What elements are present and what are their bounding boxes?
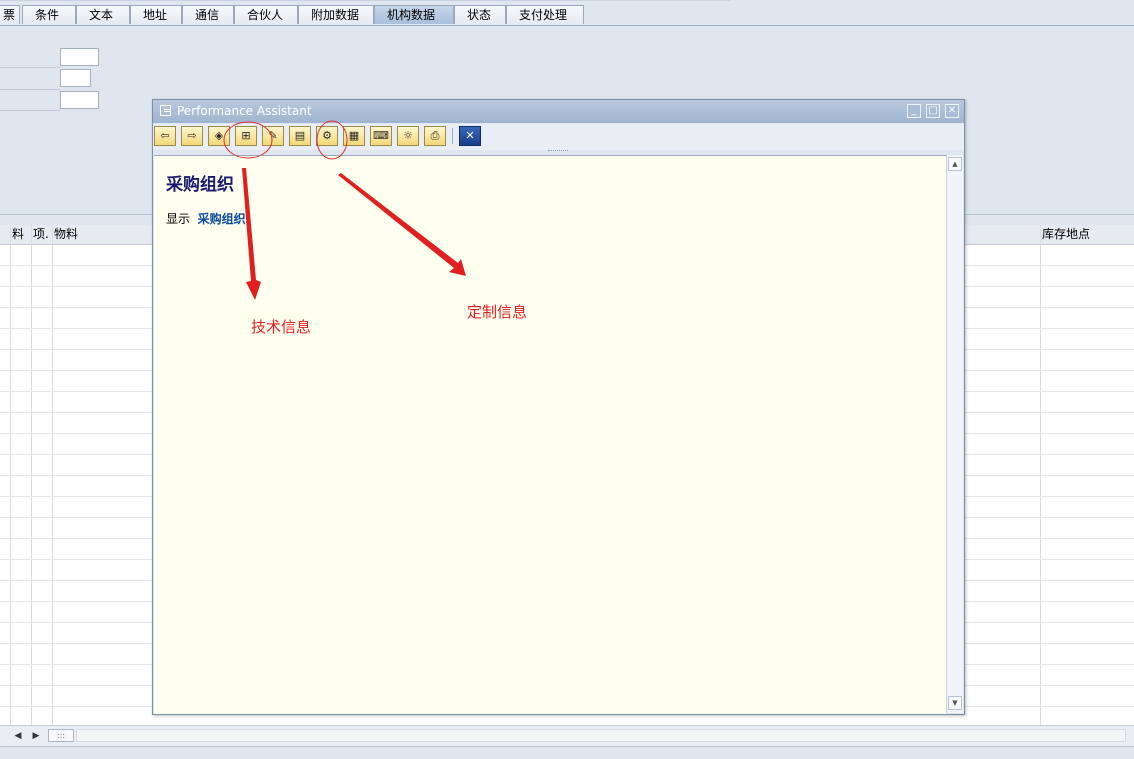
help-link[interactable]: 采购组织: [198, 212, 246, 226]
glossary-book-icon[interactable]: ◈: [208, 126, 230, 146]
tab-additional-data[interactable]: 附加数据: [298, 5, 374, 24]
header-input-3[interactable]: [60, 91, 99, 109]
sticky-notes-icon[interactable]: ▤: [289, 126, 311, 146]
toolbar-separator: [452, 128, 453, 144]
edit-note-icon[interactable]: ✎: [262, 126, 284, 146]
top-divider: [0, 0, 730, 1]
scroll-up-icon[interactable]: ▲: [948, 157, 962, 171]
tab-communication[interactable]: 通信: [182, 5, 234, 24]
technical-info-icon[interactable]: ⊞: [235, 126, 257, 146]
keyboard-icon[interactable]: ⌨: [370, 126, 392, 146]
back-arrow-icon[interactable]: ⇦: [154, 126, 176, 146]
column-header-material[interactable]: 物料: [52, 225, 152, 244]
help-content: 采购组织 显示 采购组织。: [154, 155, 946, 714]
annotation-customizing-info: 定制信息: [467, 303, 528, 321]
tab-payment-processing[interactable]: 支付处理: [506, 5, 584, 24]
settings-icon[interactable]: ☼: [397, 126, 419, 146]
horizontal-scrollbar[interactable]: ◀ ▶ :::: [0, 725, 1134, 746]
column-header-storage-location[interactable]: 库存地点: [1040, 225, 1134, 244]
scroll-right-icon[interactable]: ▶: [30, 729, 42, 743]
help-text-prefix: 显示: [166, 212, 191, 226]
table-of-contents-icon[interactable]: ▦: [343, 126, 365, 146]
dialog-toolbar: ⇦ ⇨ ◈ ⊞ ✎ ▤ ⚙ ▦ ⌨ ☼ ⎙ ✕: [153, 124, 964, 150]
performance-assistant-dialog: Performance Assistant _ □ ✕ ⇦ ⇨ ◈ ⊞ ✎ ▤ …: [152, 99, 965, 715]
tab-text[interactable]: 文本: [76, 5, 130, 24]
help-window-icon: [160, 105, 171, 116]
dialog-titlebar[interactable]: Performance Assistant _ □ ✕: [153, 100, 964, 123]
header-input-1[interactable]: [60, 48, 99, 66]
dialog-title: Performance Assistant: [177, 104, 312, 118]
column-header-material-short[interactable]: 料: [10, 225, 31, 244]
tab-status[interactable]: 状态: [454, 5, 506, 24]
maximize-icon[interactable]: □: [926, 104, 940, 118]
tab-strip: 票 条件 文本 地址 通信 合伙人 附加数据 机构数据 状态 支付处理: [0, 0, 1134, 26]
scroll-down-icon[interactable]: ▼: [948, 696, 962, 710]
tab-org-data[interactable]: 机构数据: [374, 5, 454, 24]
close-window-icon[interactable]: ✕: [945, 104, 959, 118]
annotation-technical-info: 技术信息: [251, 318, 312, 336]
forward-arrow-icon[interactable]: ⇨: [181, 126, 203, 146]
help-heading: 采购组织: [166, 175, 234, 195]
field-label-line: [0, 110, 60, 111]
minimize-icon[interactable]: _: [907, 104, 921, 118]
field-label-line: [0, 89, 60, 90]
scroll-track[interactable]: [76, 729, 1126, 742]
tab-conditions[interactable]: 条件: [22, 5, 76, 24]
tab-partner[interactable]: 合伙人: [234, 5, 298, 24]
tab-partial[interactable]: 票: [0, 5, 20, 24]
column-header-item[interactable]: 项.: [31, 225, 52, 244]
resize-grip[interactable]: [548, 150, 568, 154]
field-label-line: [0, 67, 60, 68]
scroll-thumb[interactable]: :::: [48, 729, 74, 742]
customizing-info-icon[interactable]: ⚙: [316, 126, 338, 146]
header-input-2[interactable]: [60, 69, 91, 87]
status-bar: [0, 746, 1134, 759]
tab-address[interactable]: 地址: [130, 5, 182, 24]
print-icon[interactable]: ⎙: [424, 126, 446, 146]
scroll-left-icon[interactable]: ◀: [12, 729, 24, 743]
close-icon[interactable]: ✕: [459, 126, 481, 146]
vertical-scrollbar[interactable]: ▲ ▼: [946, 155, 963, 713]
help-text-suffix: 。: [245, 212, 258, 226]
help-paragraph: 显示 采购组织。: [166, 210, 258, 227]
